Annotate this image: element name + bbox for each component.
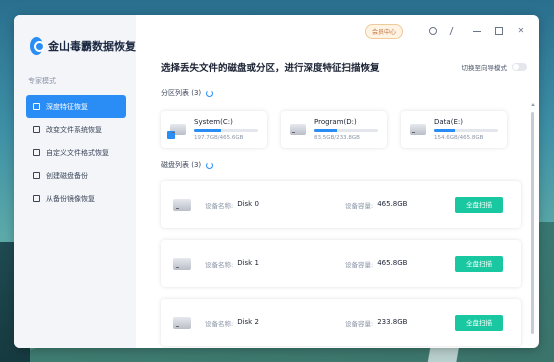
app-window: 金山毒霸数据恢复 专家模式 深度特征恢复 改变文件系统恢复 自定义文件格式恢复 … — [14, 15, 539, 348]
sidebar-item-label: 深度特征恢复 — [46, 102, 88, 111]
drive-icon — [167, 124, 186, 139]
switch-label: 切换至向导模式 — [461, 64, 508, 72]
minimize-icon[interactable] — [473, 30, 481, 32]
main-panel: 会员中心 ✕ 选择丢失文件的磁盘或分区，进行深度特征扫描恢复 切换至向导模式 分… — [136, 15, 539, 348]
partition-list: System(C:) 197.7GB/465.6GB Program(D:) 8… — [136, 98, 539, 148]
logo-icon — [30, 37, 45, 55]
sidebar-item-label: 自定义文件格式恢复 — [46, 148, 109, 157]
scroll-thumb[interactable] — [531, 112, 534, 334]
partition-card-e[interactable]: Data(E:) 154.6GB/465.8GB — [401, 111, 507, 148]
deep-scan-icon — [33, 103, 40, 110]
partition-size: 83.5GB/233.8GB — [314, 135, 360, 141]
app-title: 金山毒霸数据恢复 — [48, 40, 136, 53]
maximize-icon[interactable] — [495, 27, 503, 35]
sidebar-item-create-backup[interactable]: 创建磁盘备份 — [26, 164, 126, 187]
hard-disk-icon — [173, 316, 191, 329]
scroll-up-icon[interactable] — [531, 103, 535, 106]
partition-size: 197.7GB/465.6GB — [194, 135, 244, 141]
refresh-icon[interactable] — [206, 161, 214, 169]
sidebar-item-restore-image[interactable]: 从备份镜像恢复 — [26, 187, 126, 210]
device-name-key: 设备名称: — [205, 260, 234, 269]
device-capacity-key: 设备容量: — [345, 319, 374, 328]
full-scan-button[interactable]: 全盘扫描 — [455, 314, 503, 331]
wizard-mode-switch[interactable]: 切换至向导模式 — [461, 62, 527, 72]
partition-size: 154.6GB/465.8GB — [434, 135, 484, 141]
partition-card-c[interactable]: System(C:) 197.7GB/465.6GB — [161, 111, 267, 148]
device-name-key: 设备名称: — [205, 319, 234, 328]
partition-list-header: 分区列表 (3) — [136, 88, 539, 98]
title-bar: 会员中心 ✕ — [136, 15, 539, 47]
device-capacity-key: 设备容量: — [345, 260, 374, 269]
sidebar-item-label: 从备份镜像恢复 — [46, 194, 95, 203]
sidebar: 金山毒霸数据恢复 专家模式 深度特征恢复 改变文件系统恢复 自定义文件格式恢复 … — [14, 15, 136, 348]
disk-list-header: 磁盘列表 (3) — [136, 160, 539, 170]
hard-disk-icon — [173, 257, 191, 270]
hard-disk-icon — [173, 198, 191, 211]
restore-image-icon — [33, 195, 40, 202]
feedback-icon[interactable] — [449, 27, 461, 35]
sidebar-item-filesystem-recovery[interactable]: 改变文件系统恢复 — [26, 118, 126, 141]
sidebar-item-custom-format[interactable]: 自定义文件格式恢复 — [26, 141, 126, 164]
support-icon[interactable] — [429, 27, 437, 35]
backup-icon — [33, 172, 40, 179]
usage-fill — [314, 129, 338, 132]
sidebar-item-deep-recovery[interactable]: 深度特征恢复 — [26, 95, 126, 118]
full-scan-button[interactable]: 全盘扫描 — [455, 255, 503, 272]
windows-icon — [167, 131, 175, 139]
headline-row: 选择丢失文件的磁盘或分区，进行深度特征扫描恢复 切换至向导模式 — [136, 47, 539, 74]
device-capacity: 233.8GB — [377, 317, 408, 326]
full-scan-button[interactable]: 全盘扫描 — [455, 196, 503, 213]
device-capacity: 465.8GB — [377, 199, 408, 208]
device-capacity: 465.8GB — [377, 258, 408, 267]
device-capacity-key: 设备容量: — [345, 201, 374, 210]
device-name: Disk 2 — [237, 317, 259, 326]
close-icon[interactable]: ✕ — [517, 27, 525, 35]
partition-name: Program(D:) — [314, 118, 357, 126]
partition-list-label: 分区列表 (3) — [161, 89, 202, 97]
member-center-button[interactable]: 会员中心 — [364, 23, 403, 39]
filesystem-icon — [33, 126, 40, 133]
refresh-icon[interactable] — [206, 89, 214, 97]
partition-card-d[interactable]: Program(D:) 83.5GB/233.8GB — [281, 111, 387, 148]
disk-row[interactable]: 设备名称: Disk 0 设备容量: 465.8GB 全盘扫描 — [161, 181, 521, 228]
device-name: Disk 0 — [237, 199, 259, 208]
custom-format-icon — [33, 149, 40, 156]
disk-list: 设备名称: Disk 0 设备容量: 465.8GB 全盘扫描 设备名称: Disk … — [136, 170, 539, 346]
scrollbar[interactable] — [531, 103, 535, 343]
disk-row[interactable]: 设备名称: Disk 2 设备容量: 233.8GB 全盘扫描 — [161, 299, 521, 346]
sidebar-nav: 深度特征恢复 改变文件系统恢复 自定义文件格式恢复 创建磁盘备份 从备份镜像恢复 — [14, 95, 136, 210]
disk-list-label: 磁盘列表 (3) — [161, 161, 202, 169]
app-logo: 金山毒霸数据恢复 — [14, 15, 136, 59]
device-name-key: 设备名称: — [205, 201, 234, 210]
partition-name: System(C:) — [194, 118, 233, 126]
usage-bar — [314, 129, 378, 132]
usage-fill — [194, 129, 221, 132]
partition-name: Data(E:) — [434, 118, 463, 126]
device-name: Disk 1 — [237, 258, 259, 267]
page-title: 选择丢失文件的磁盘或分区，进行深度特征扫描恢复 — [161, 63, 380, 74]
sidebar-item-label: 改变文件系统恢复 — [46, 125, 102, 134]
mode-label: 专家模式 — [28, 77, 56, 85]
usage-bar — [194, 129, 258, 132]
disk-row[interactable]: 设备名称: Disk 1 设备容量: 465.8GB 全盘扫描 — [161, 240, 521, 287]
usage-fill — [434, 129, 456, 132]
usage-bar — [434, 129, 498, 132]
sidebar-item-label: 创建磁盘备份 — [46, 171, 88, 180]
drive-icon — [290, 124, 306, 135]
toggle-switch[interactable] — [512, 63, 527, 71]
drive-icon — [410, 124, 426, 135]
